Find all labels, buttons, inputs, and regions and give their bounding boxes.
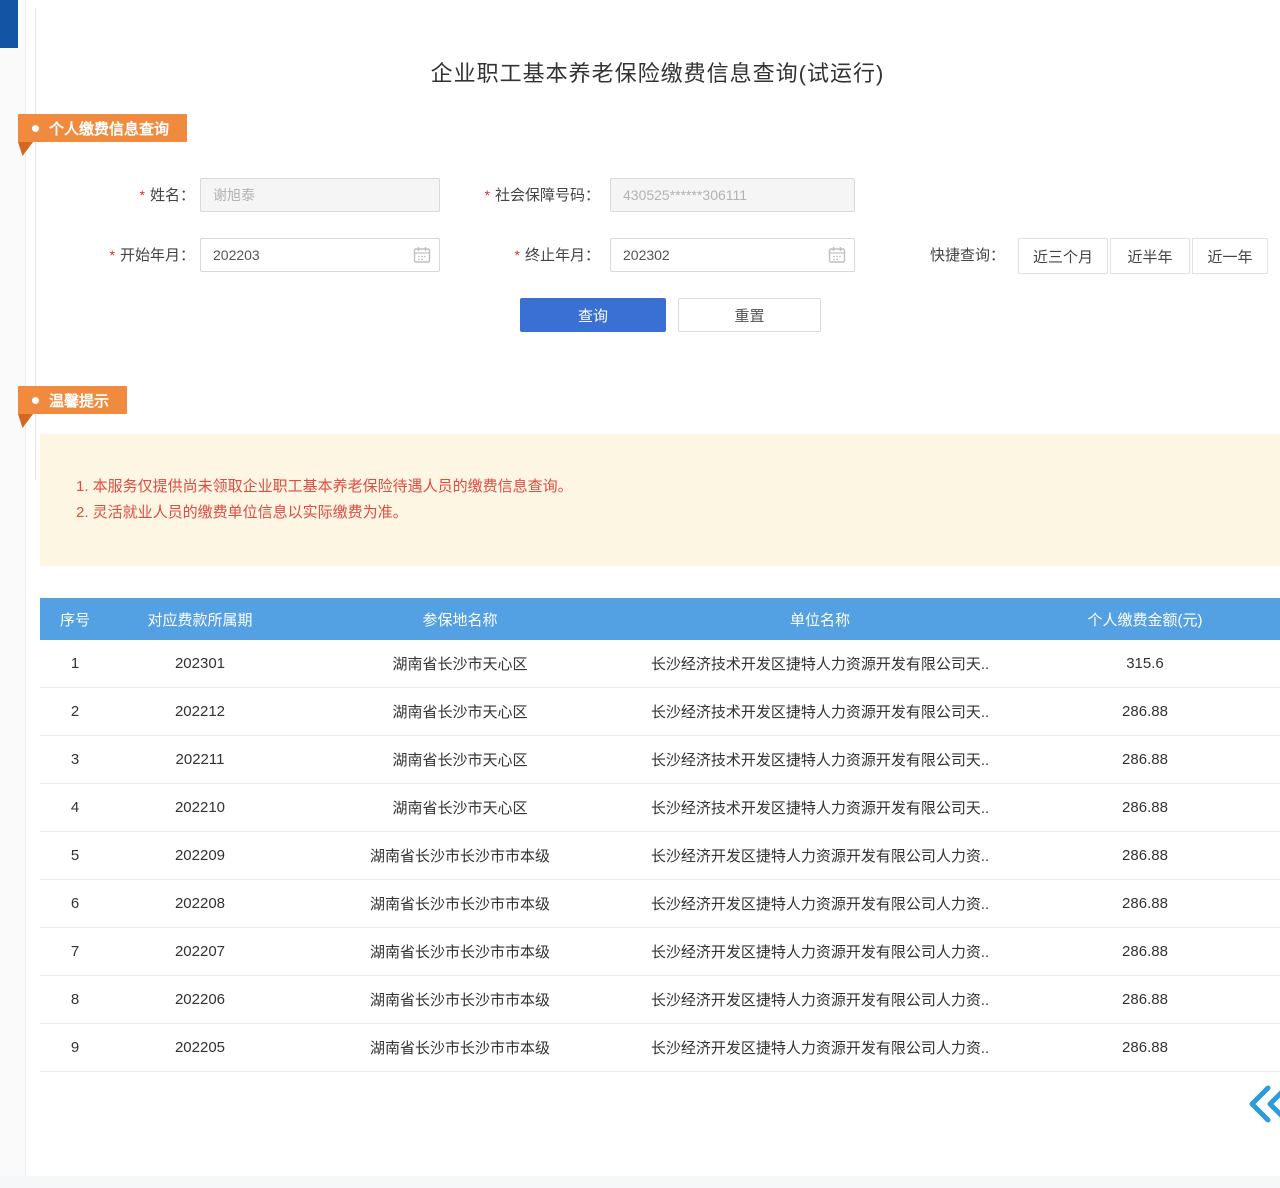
cell-amount: 286.88 bbox=[1010, 991, 1280, 1008]
quick-last-3-months-button[interactable]: 近三个月 bbox=[1018, 238, 1108, 274]
quick-last-half-year-button[interactable]: 近半年 bbox=[1110, 238, 1190, 274]
quick-last-year-button[interactable]: 近一年 bbox=[1192, 238, 1268, 274]
bullet-dot-icon bbox=[32, 397, 39, 404]
cell-period: 202206 bbox=[110, 991, 290, 1008]
cell-amount: 315.6 bbox=[1010, 655, 1280, 672]
required-asterisk: * bbox=[485, 187, 490, 203]
header-area: 参保地名称 bbox=[290, 609, 630, 630]
table-row: 1 202301 湖南省长沙市天心区 长沙经济技术开发区捷特人力资源开发有限公司… bbox=[40, 640, 1280, 688]
cell-seq: 3 bbox=[40, 751, 110, 768]
quick-query-label: 快捷查询： bbox=[930, 238, 1005, 274]
cell-area: 湖南省长沙市天心区 bbox=[290, 701, 630, 722]
cell-period: 202211 bbox=[110, 751, 290, 768]
header-seq: 序号 bbox=[40, 609, 110, 630]
cell-period: 202212 bbox=[110, 703, 290, 720]
ssn-field bbox=[610, 178, 855, 212]
cell-period: 202208 bbox=[110, 895, 290, 912]
calendar-icon[interactable] bbox=[413, 246, 431, 264]
cell-seq: 9 bbox=[40, 1039, 110, 1056]
cell-area: 湖南省长沙市天心区 bbox=[290, 797, 630, 818]
section-header-tips: 温馨提示 bbox=[18, 386, 127, 414]
tips-line: 2. 灵活就业人员的缴费单位信息以实际缴费为准。 bbox=[76, 500, 1280, 526]
bullet-dot-icon bbox=[32, 125, 39, 132]
cell-area: 湖南省长沙市天心区 bbox=[290, 653, 630, 674]
cell-period: 202209 bbox=[110, 847, 290, 864]
cell-amount: 286.88 bbox=[1010, 847, 1280, 864]
double-left-chevron-icon[interactable] bbox=[1248, 1082, 1280, 1126]
end-month-wrap bbox=[610, 238, 855, 272]
table-row: 8 202206 湖南省长沙市长沙市市本级 长沙经济开发区捷特人力资源开发有限公… bbox=[40, 976, 1280, 1024]
cell-amount: 286.88 bbox=[1010, 895, 1280, 912]
cell-company: 长沙经济开发区捷特人力资源开发有限公司人力资.. bbox=[630, 989, 1010, 1010]
ssn-label: *社会保障号码： bbox=[450, 178, 600, 212]
end-month-field[interactable] bbox=[610, 238, 855, 272]
cell-company: 长沙经济开发区捷特人力资源开发有限公司人力资.. bbox=[630, 845, 1010, 866]
name-field bbox=[200, 178, 440, 212]
section-header-tips-label: 温馨提示 bbox=[49, 390, 109, 411]
section-header-query: 个人缴费信息查询 bbox=[18, 114, 187, 142]
results-table: 序号 对应费款所属期 参保地名称 单位名称 个人缴费金额(元) 1 202301… bbox=[40, 598, 1280, 1072]
tips-notice-box: 1. 本服务仅提供尚未领取企业职工基本养老保险待遇人员的缴费信息查询。 2. 灵… bbox=[40, 434, 1280, 566]
cell-amount: 286.88 bbox=[1010, 1039, 1280, 1056]
cell-company: 长沙经济技术开发区捷特人力资源开发有限公司天.. bbox=[630, 653, 1010, 674]
cell-amount: 286.88 bbox=[1010, 703, 1280, 720]
name-label: *姓名： bbox=[85, 178, 195, 212]
table-row: 9 202205 湖南省长沙市长沙市市本级 长沙经济开发区捷特人力资源开发有限公… bbox=[40, 1024, 1280, 1072]
cell-company: 长沙经济技术开发区捷特人力资源开发有限公司天.. bbox=[630, 701, 1010, 722]
cell-seq: 8 bbox=[40, 991, 110, 1008]
bottom-strip bbox=[0, 1176, 1280, 1188]
start-month-label: *开始年月： bbox=[85, 238, 195, 272]
reset-button[interactable]: 重置 bbox=[678, 298, 821, 332]
cell-period: 202207 bbox=[110, 943, 290, 960]
table-header-row: 序号 对应费款所属期 参保地名称 单位名称 个人缴费金额(元) bbox=[40, 598, 1280, 640]
cell-area: 湖南省长沙市长沙市市本级 bbox=[290, 893, 630, 914]
cell-amount: 286.88 bbox=[1010, 751, 1280, 768]
cell-seq: 6 bbox=[40, 895, 110, 912]
cell-amount: 286.88 bbox=[1010, 799, 1280, 816]
required-asterisk: * bbox=[515, 247, 520, 263]
tips-line: 1. 本服务仅提供尚未领取企业职工基本养老保险待遇人员的缴费信息查询。 bbox=[76, 474, 1280, 500]
table-row: 2 202212 湖南省长沙市天心区 长沙经济技术开发区捷特人力资源开发有限公司… bbox=[40, 688, 1280, 736]
left-gutter bbox=[0, 0, 26, 1188]
cell-seq: 1 bbox=[40, 655, 110, 672]
table-row: 4 202210 湖南省长沙市天心区 长沙经济技术开发区捷特人力资源开发有限公司… bbox=[40, 784, 1280, 832]
calendar-icon[interactable] bbox=[828, 246, 846, 264]
end-month-label: *终止年月： bbox=[490, 238, 600, 272]
header-period: 对应费款所属期 bbox=[110, 609, 290, 630]
start-month-wrap bbox=[200, 238, 440, 272]
cell-period: 202210 bbox=[110, 799, 290, 816]
cell-area: 湖南省长沙市长沙市市本级 bbox=[290, 845, 630, 866]
cell-seq: 5 bbox=[40, 847, 110, 864]
page: 企业职工基本养老保险缴费信息查询(试运行) 个人缴费信息查询 *姓名： *社会保… bbox=[0, 0, 1280, 1188]
cell-area: 湖南省长沙市天心区 bbox=[290, 749, 630, 770]
cell-seq: 2 bbox=[40, 703, 110, 720]
required-asterisk: * bbox=[140, 187, 145, 203]
table-row: 3 202211 湖南省长沙市天心区 长沙经济技术开发区捷特人力资源开发有限公司… bbox=[40, 736, 1280, 784]
required-asterisk: * bbox=[110, 247, 115, 263]
cell-area: 湖南省长沙市长沙市市本级 bbox=[290, 941, 630, 962]
cell-seq: 4 bbox=[40, 799, 110, 816]
table-body: 1 202301 湖南省长沙市天心区 长沙经济技术开发区捷特人力资源开发有限公司… bbox=[40, 640, 1280, 1072]
table-row: 7 202207 湖南省长沙市长沙市市本级 长沙经济开发区捷特人力资源开发有限公… bbox=[40, 928, 1280, 976]
cell-period: 202205 bbox=[110, 1039, 290, 1056]
table-row: 5 202209 湖南省长沙市长沙市市本级 长沙经济开发区捷特人力资源开发有限公… bbox=[40, 832, 1280, 880]
cell-seq: 7 bbox=[40, 943, 110, 960]
cell-company: 长沙经济开发区捷特人力资源开发有限公司人力资.. bbox=[630, 1037, 1010, 1058]
start-month-field[interactable] bbox=[200, 238, 440, 272]
header-amount: 个人缴费金额(元) bbox=[1010, 609, 1280, 630]
query-button[interactable]: 查询 bbox=[520, 298, 666, 332]
cell-company: 长沙经济开发区捷特人力资源开发有限公司人力资.. bbox=[630, 941, 1010, 962]
cell-area: 湖南省长沙市长沙市市本级 bbox=[290, 1037, 630, 1058]
table-row: 6 202208 湖南省长沙市长沙市市本级 长沙经济开发区捷特人力资源开发有限公… bbox=[40, 880, 1280, 928]
cell-area: 湖南省长沙市长沙市市本级 bbox=[290, 989, 630, 1010]
page-title: 企业职工基本养老保险缴费信息查询(试运行) bbox=[35, 56, 1280, 88]
cell-period: 202301 bbox=[110, 655, 290, 672]
cell-amount: 286.88 bbox=[1010, 943, 1280, 960]
cell-company: 长沙经济开发区捷特人力资源开发有限公司人力资.. bbox=[630, 893, 1010, 914]
cell-company: 长沙经济技术开发区捷特人力资源开发有限公司天.. bbox=[630, 797, 1010, 818]
header-company: 单位名称 bbox=[630, 609, 1010, 630]
corner-tab bbox=[0, 0, 18, 48]
cell-company: 长沙经济技术开发区捷特人力资源开发有限公司天.. bbox=[630, 749, 1010, 770]
section-header-query-label: 个人缴费信息查询 bbox=[49, 118, 169, 139]
